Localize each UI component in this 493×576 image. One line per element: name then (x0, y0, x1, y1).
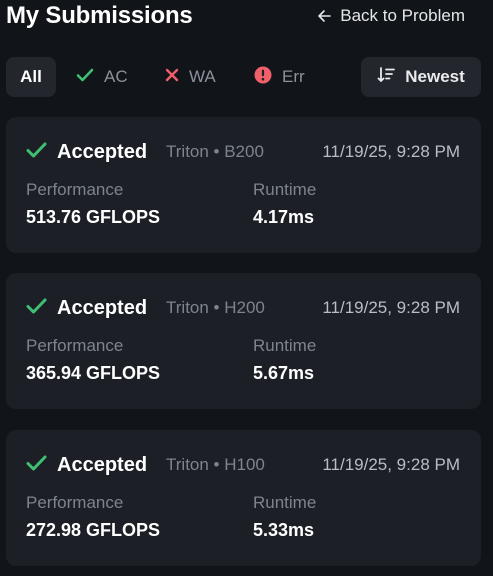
page-header: My Submissions Back to Problem (0, 0, 493, 36)
submission-timestamp: 11/19/25, 9:28 PM (322, 142, 460, 161)
performance-value: 513.76 GFLOPS (26, 207, 161, 227)
filter-bar: All AC WA Err Newest (6, 57, 481, 97)
filter-all-label: All (20, 67, 42, 86)
submission-status: Accepted (26, 454, 147, 477)
status-label: Accepted (57, 297, 148, 319)
filter-ac-tab[interactable]: AC (76, 57, 128, 97)
filter-wa-label: WA (189, 67, 216, 86)
back-to-problem-label: Back to Problem (340, 6, 465, 25)
filter-all-tab[interactable]: All (6, 57, 56, 97)
check-icon (26, 298, 47, 319)
performance-label: Performance (26, 180, 124, 199)
filter-err-tab[interactable]: Err (254, 57, 305, 97)
page-title: My Submissions (6, 2, 193, 29)
performance-label: Performance (26, 493, 124, 512)
runtime-value: 4.17ms (253, 207, 315, 227)
submission-timestamp: 11/19/25, 9:28 PM (322, 298, 460, 317)
check-icon (26, 142, 47, 163)
submission-card[interactable]: Accepted Triton • B200 11/19/25, 9:28 PM… (6, 117, 481, 253)
runtime-label: Runtime (253, 180, 317, 199)
check-icon (26, 455, 47, 476)
performance-value: 272.98 GFLOPS (26, 520, 161, 540)
status-label: Accepted (57, 141, 148, 163)
submission-status: Accepted (26, 141, 147, 164)
runtime-label: Runtime (253, 336, 317, 355)
sort-label: Newest (405, 67, 465, 86)
filter-wa-tab[interactable]: WA (165, 57, 216, 97)
language-gpu-label: Triton • B200 (166, 142, 264, 161)
runtime-label: Runtime (253, 493, 317, 512)
back-to-problem-link[interactable]: Back to Problem (317, 6, 465, 26)
status-label: Accepted (57, 454, 148, 476)
language-gpu-label: Triton • H200 (166, 298, 265, 317)
check-icon (76, 67, 94, 87)
submission-card[interactable]: Accepted Triton • H200 11/19/25, 9:28 PM… (6, 273, 481, 409)
runtime-value: 5.33ms (253, 520, 315, 540)
language-gpu-label: Triton • H100 (166, 455, 265, 474)
sort-newest-button[interactable]: Newest (361, 57, 481, 97)
filter-err-label: Err (282, 67, 305, 86)
x-icon (165, 67, 179, 87)
runtime-value: 5.67ms (253, 363, 315, 383)
alert-circle-icon (254, 66, 272, 89)
submission-timestamp: 11/19/25, 9:28 PM (322, 455, 460, 474)
sort-descending-icon (377, 66, 396, 89)
filter-ac-label: AC (104, 67, 128, 86)
performance-label: Performance (26, 336, 124, 355)
submission-card[interactable]: Accepted Triton • H100 11/19/25, 9:28 PM… (6, 430, 481, 566)
submission-status: Accepted (26, 297, 147, 320)
performance-value: 365.94 GFLOPS (26, 363, 161, 383)
arrow-left-icon (317, 9, 332, 23)
